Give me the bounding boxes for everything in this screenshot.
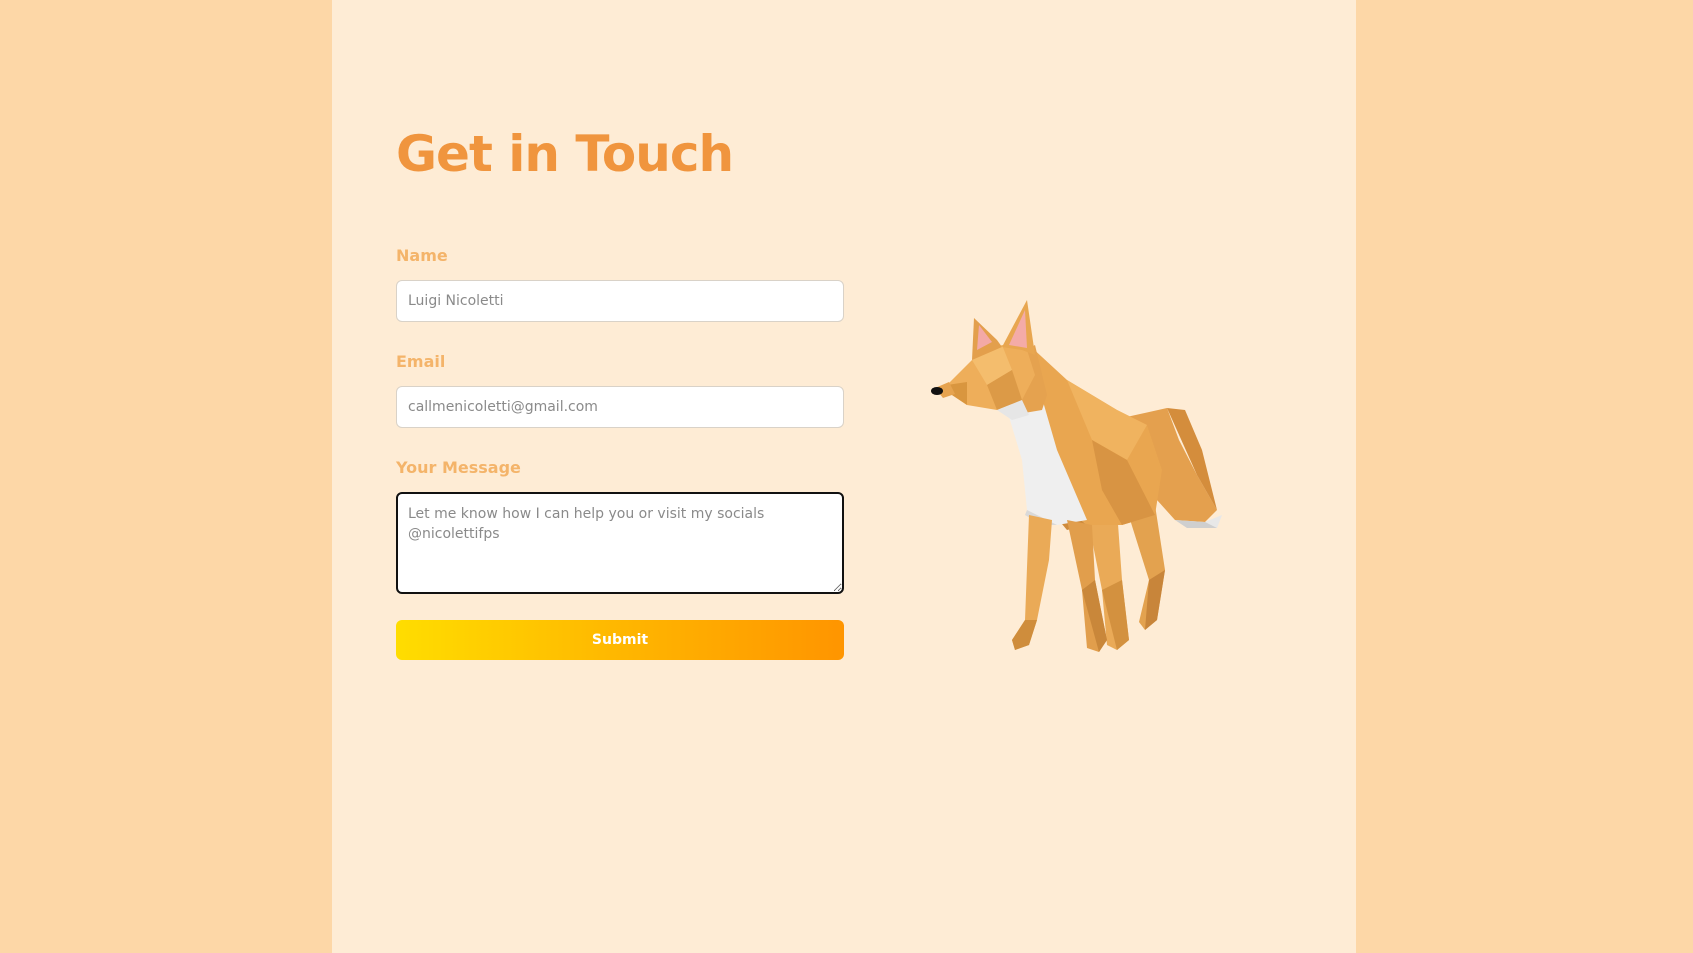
message-label: Your Message [396,458,521,477]
low-poly-fox-icon [931,300,1222,652]
message-group: Your Message [396,456,844,594]
page-title: Get in Touch [396,125,734,183]
contact-form: Name Email Your Message Submit [396,244,844,660]
name-group: Name [396,244,844,322]
name-label: Name [396,246,448,265]
email-input[interactable] [396,386,844,428]
fox-illustration [917,300,1247,685]
email-label: Email [396,352,446,371]
name-input[interactable] [396,280,844,322]
contact-panel: Get in Touch Name Email Your Message Sub… [332,0,1356,953]
submit-button[interactable]: Submit [396,620,844,660]
message-textarea[interactable] [396,492,844,594]
email-group: Email [396,350,844,428]
